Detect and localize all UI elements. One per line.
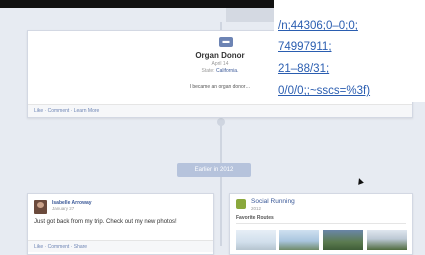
divider [236, 223, 406, 224]
social-running-year: 2012 [251, 206, 262, 211]
social-running-title[interactable]: Social Running [251, 198, 295, 205]
route-thumbnail[interactable] [367, 230, 407, 250]
url-line[interactable]: /n;44306;0–0;0; [278, 19, 358, 33]
organ-donor-actions[interactable]: Like · Comment · Learn More [28, 104, 412, 117]
running-app-icon [236, 199, 246, 209]
route-thumbnail[interactable] [323, 230, 363, 250]
route-thumbnail[interactable] [236, 230, 276, 250]
mouse-cursor-icon [356, 177, 364, 185]
timeline-dot [217, 118, 225, 126]
post-text: Just got back from my trip. Check out my… [34, 219, 177, 225]
state-value[interactable]: California. [216, 68, 239, 74]
url-line[interactable]: 0/0/0;;~sscs=%3f) [278, 84, 370, 98]
url-line[interactable]: 21–88/31; [278, 62, 329, 76]
url-line[interactable]: 74997911; [278, 40, 332, 54]
route-thumbnail[interactable] [279, 230, 319, 250]
post-actions[interactable]: Like · Comment · Share [28, 240, 213, 252]
favorite-routes-label: Favorite Routes [236, 215, 274, 221]
avatar[interactable] [34, 200, 47, 214]
state-prefix: State: [201, 68, 215, 74]
life-event-icon: ▬ [219, 37, 233, 47]
post-date[interactable]: January 27 [52, 206, 74, 211]
earlier-in-2012-marker[interactable]: Earlier in 2012 [177, 163, 251, 177]
url-overlay: /n;44306;0–0;0; 74997911; 21–88/31; 0/0/… [274, 0, 425, 102]
